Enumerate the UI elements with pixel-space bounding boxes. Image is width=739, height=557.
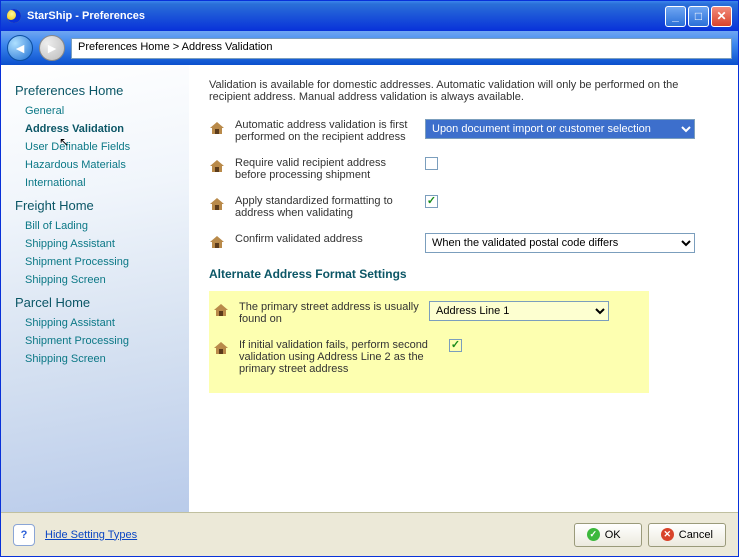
- close-button[interactable]: ✕: [711, 6, 732, 27]
- content-pane: Validation is available for domestic add…: [189, 65, 738, 512]
- app-icon: [7, 9, 21, 23]
- cancel-icon: ✕: [661, 528, 674, 541]
- house-icon: [209, 197, 225, 211]
- house-icon: [213, 341, 229, 355]
- house-icon: [209, 159, 225, 173]
- cancel-button[interactable]: ✕ Cancel: [648, 523, 726, 547]
- setting-retry-line2: If initial validation fails, perform sec…: [213, 339, 645, 375]
- setting-auto-validation: Automatic address validation is first pe…: [209, 119, 720, 143]
- sidebar-heading-parcel[interactable]: Parcel Home: [15, 295, 179, 310]
- setting-confirm: Confirm validated address When the valid…: [209, 233, 720, 253]
- nav-toolbar: ◄ ► Preferences Home > Address Validatio…: [1, 31, 738, 65]
- setting-label: Confirm validated address: [235, 233, 415, 245]
- back-button[interactable]: ◄: [7, 35, 33, 61]
- confirm-select[interactable]: When the validated postal code differs: [425, 233, 695, 253]
- setting-standardize: Apply standardized formatting to address…: [209, 195, 720, 219]
- sidebar-item-shipping-assistant-freight[interactable]: Shipping Assistant: [15, 235, 179, 253]
- sidebar-item-bill-of-lading[interactable]: Bill of Lading: [15, 217, 179, 235]
- setting-label: Automatic address validation is first pe…: [235, 119, 415, 143]
- setting-primary-line: The primary street address is usually fo…: [213, 301, 645, 325]
- sidebar-heading-preferences[interactable]: Preferences Home: [15, 83, 179, 98]
- retry-line2-checkbox[interactable]: [449, 339, 462, 352]
- alternate-settings-highlight: The primary street address is usually fo…: [209, 291, 649, 393]
- intro-text: Validation is available for domestic add…: [209, 79, 720, 103]
- setting-label: If initial validation fails, perform sec…: [239, 339, 439, 375]
- sidebar-item-shipping-screen-parcel[interactable]: Shipping Screen: [15, 350, 179, 368]
- auto-validation-select[interactable]: Upon document import or customer selecti…: [425, 119, 695, 139]
- house-icon: [209, 235, 225, 249]
- house-icon: [209, 121, 225, 135]
- sidebar-item-address-validation[interactable]: Address Validation: [15, 120, 179, 138]
- sidebar-item-international[interactable]: International: [15, 174, 179, 192]
- sidebar-heading-freight[interactable]: Freight Home: [15, 198, 179, 213]
- sidebar: Preferences Home General Address Validat…: [1, 65, 189, 512]
- titlebar[interactable]: StarShip - Preferences _ □ ✕: [1, 1, 738, 31]
- minimize-button[interactable]: _: [665, 6, 686, 27]
- check-icon: ✓: [587, 528, 600, 541]
- house-icon: [213, 303, 229, 317]
- forward-button: ►: [39, 35, 65, 61]
- sidebar-item-user-definable-fields[interactable]: User Definable Fields: [15, 138, 179, 156]
- help-icon[interactable]: ?: [13, 524, 35, 546]
- setting-label: Require valid recipient address before p…: [235, 157, 415, 181]
- sidebar-item-shipping-screen-freight[interactable]: Shipping Screen: [15, 271, 179, 289]
- primary-line-select[interactable]: Address Line 1: [429, 301, 609, 321]
- sidebar-item-hazardous-materials[interactable]: Hazardous Materials: [15, 156, 179, 174]
- standardize-checkbox[interactable]: [425, 195, 438, 208]
- sidebar-item-shipment-processing-freight[interactable]: Shipment Processing: [15, 253, 179, 271]
- hide-setting-types-link[interactable]: Hide Setting Types: [45, 529, 137, 541]
- sidebar-item-general[interactable]: General: [15, 102, 179, 120]
- setting-label: The primary street address is usually fo…: [239, 301, 419, 325]
- require-valid-checkbox[interactable]: [425, 157, 438, 170]
- statusbar: ? Hide Setting Types ✓ OK ✕ Cancel: [1, 512, 738, 556]
- alternate-heading: Alternate Address Format Settings: [209, 267, 720, 281]
- sidebar-item-shipment-processing-parcel[interactable]: Shipment Processing: [15, 332, 179, 350]
- setting-label: Apply standardized formatting to address…: [235, 195, 415, 219]
- window-title: StarShip - Preferences: [27, 10, 145, 22]
- ok-button[interactable]: ✓ OK: [574, 523, 642, 547]
- cursor-icon: ↖: [59, 135, 69, 149]
- sidebar-item-shipping-assistant-parcel[interactable]: Shipping Assistant: [15, 314, 179, 332]
- setting-require-valid: Require valid recipient address before p…: [209, 157, 720, 181]
- breadcrumb[interactable]: Preferences Home > Address Validation: [71, 38, 732, 59]
- maximize-button[interactable]: □: [688, 6, 709, 27]
- app-window: StarShip - Preferences _ □ ✕ ◄ ► Prefere…: [0, 0, 739, 557]
